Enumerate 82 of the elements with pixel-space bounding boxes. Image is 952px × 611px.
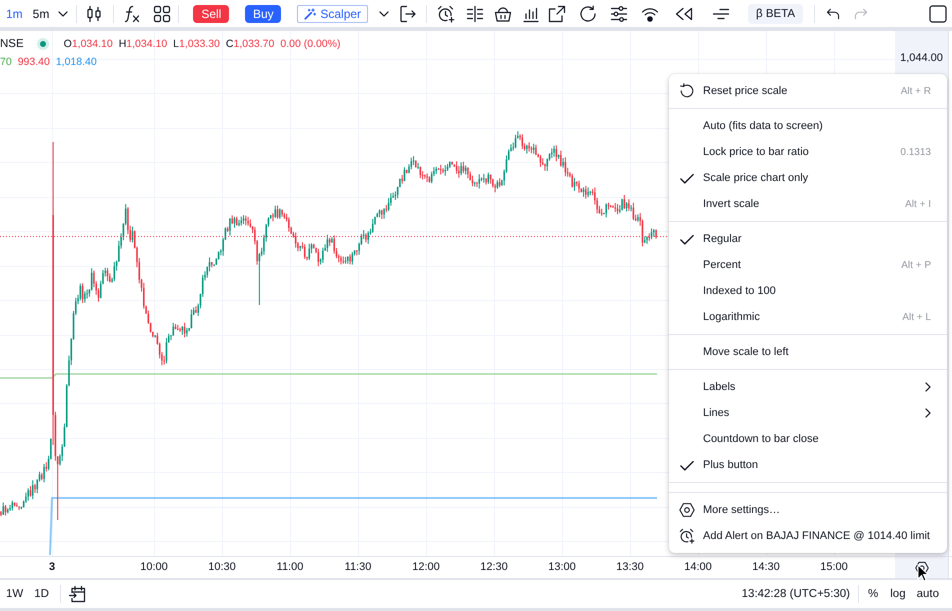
price-field-label: H [118, 38, 126, 50]
wand-icon [304, 8, 316, 20]
reset-icon [679, 83, 695, 99]
settings-icon [679, 502, 695, 518]
chevron-down-icon[interactable] [58, 10, 68, 16]
basket-icon[interactable] [494, 4, 512, 22]
square-icon[interactable] [929, 4, 947, 22]
scale-mode-button[interactable]: % [864, 584, 882, 604]
indicator-value: 70 [0, 56, 12, 68]
menu-item[interactable]: Plus button [669, 452, 947, 478]
chevron-right-icon [925, 382, 931, 392]
menu-item[interactable]: Scale price chart only [669, 165, 947, 191]
menu-item[interactable]: Percent Alt + P [669, 252, 947, 278]
chevron-down-icon[interactable] [379, 10, 390, 16]
menu-item[interactable]: More settings… [669, 497, 947, 523]
price-field-label: C [226, 38, 234, 50]
settings-icon[interactable] [914, 560, 928, 574]
menu-item[interactable]: Invert scale Alt + I [669, 191, 947, 217]
shortcut-text: 0.1313 [900, 146, 931, 158]
time-label: 13:30 [616, 560, 644, 575]
sell-button[interactable]: Sell [193, 4, 230, 22]
alarm-clock-icon [679, 528, 695, 544]
scalper-button[interactable]: Scalper [297, 4, 368, 22]
function-icon[interactable] [123, 4, 142, 22]
symbol-label: NSE [0, 38, 24, 50]
shortcut-text: Alt + L [902, 312, 931, 322]
time-label: 10:30 [208, 560, 236, 575]
menu-item[interactable]: Lines [669, 400, 947, 426]
time-label: 11:30 [344, 560, 372, 575]
menu-item[interactable]: Countdown to bar close [669, 426, 947, 452]
shortcut-text: Alt + P [901, 260, 931, 270]
menu-item[interactable]: Lock price to bar ratio 0.1313 [669, 139, 947, 165]
clock-text[interactable]: 13:42:28 (UTC+5:30) [742, 588, 850, 600]
external-link-icon[interactable] [548, 4, 566, 22]
menu-item[interactable]: Logarithmic Alt + L [669, 304, 947, 330]
time-label: 11:00 [276, 560, 304, 575]
time-label: 12:30 [480, 560, 508, 575]
change-value: 0.00 (0.00%) [280, 38, 340, 50]
menu-item[interactable]: Move scale to left [669, 339, 947, 365]
undo-icon[interactable] [826, 8, 840, 20]
shortcut-text: Alt + I [905, 198, 931, 210]
time-label: 10:00 [140, 560, 168, 575]
menu-item[interactable]: Auto (fits data to screen) [669, 113, 947, 139]
buy-button[interactable]: Buy [245, 4, 282, 22]
range-button[interactable]: 1W [2, 584, 28, 604]
grid-icon[interactable] [153, 4, 172, 22]
scale-mode-button[interactable]: auto [912, 584, 943, 604]
shortcut-text: Alt + R [900, 86, 931, 96]
alarm-clock-icon[interactable] [437, 4, 456, 22]
price-value: 1,033.30 [179, 38, 220, 50]
price-field-label: O [64, 38, 72, 50]
timeframe-tab[interactable]: 5m [28, 4, 54, 24]
beta-badge: β BETA [748, 4, 804, 24]
exit-icon[interactable] [399, 4, 418, 22]
time-label: 12:00 [412, 560, 440, 575]
menu-item[interactable]: Add Alert on BAJAJ FINANCE @ 1014.40 limit [669, 523, 947, 549]
time-label: 14:30 [752, 560, 780, 575]
price-value: 1,034.10 [72, 38, 113, 50]
price-value: 1,033.70 [233, 38, 274, 50]
time-label: 15:00 [820, 560, 848, 575]
price-value: 1,034.10 [126, 38, 168, 50]
price-field-label: L [173, 38, 180, 50]
refresh-icon[interactable] [579, 4, 598, 22]
menu-item[interactable]: Labels [669, 374, 947, 400]
lines-bar-icon[interactable] [466, 4, 484, 22]
indicator-value: 993.40 [18, 56, 50, 68]
indicator-value: 1,018.40 [56, 56, 97, 68]
menu-item[interactable]: Indexed to 100 [669, 278, 947, 304]
calendar-arrow-icon[interactable] [68, 585, 86, 603]
time-label: 14:00 [684, 560, 712, 575]
price-label: 1,044.00 [900, 51, 943, 65]
scale-mode-button[interactable]: log [886, 584, 910, 604]
timeframe-tab[interactable]: 1m [2, 4, 27, 24]
sliders-icon[interactable] [610, 4, 628, 22]
candlestick-icon[interactable] [85, 4, 104, 22]
menu-item[interactable]: Regular [669, 226, 947, 252]
time-label: 3 [48, 560, 56, 575]
range-button[interactable]: 1D [30, 584, 53, 604]
chevron-right-icon [925, 408, 931, 418]
market-status-icon [36, 38, 49, 50]
menu-item[interactable]: Reset price scale Alt + R [669, 78, 947, 104]
time-label: 13:00 [548, 560, 576, 575]
